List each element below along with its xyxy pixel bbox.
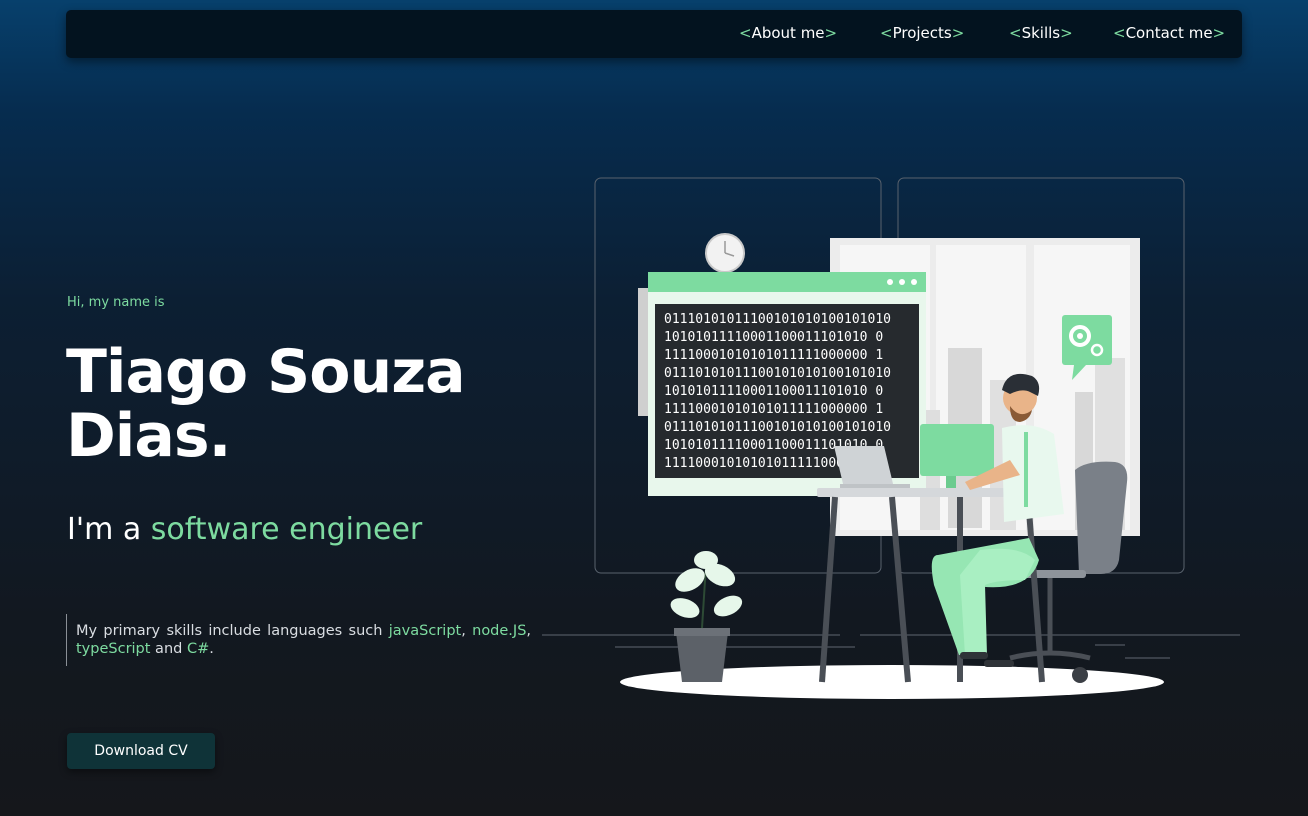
plant-icon [670,551,743,682]
binary-line: 10101011110001100011101010 0 [664,330,883,345]
binary-line: 01110101011100101010100101010 [664,366,891,381]
top-nav: <About me> <Projects> <Skills> <Contact … [66,10,1242,58]
greeting-text: Hi, my name is [67,295,165,310]
binary-line: 11110001010101011111000000 1 [664,402,883,417]
developer-illustration: 01110101011100101010100101010 1010101111… [542,177,1240,699]
skill-javascript: javaScript [388,623,462,639]
binary-line: 11110001010101011111000000 1 [664,348,883,363]
nav-projects[interactable]: <Projects> [880,24,964,42]
skill-nodejs: node.JS [472,623,527,639]
binary-line: 01110101011100101010100101010 [664,312,891,327]
role-highlight: software engineer [150,512,423,547]
floor-lines [542,634,1240,659]
hero-role: I'm a software engineer [67,512,423,547]
nav-skills[interactable]: <Skills> [1009,24,1073,42]
nav-about-me[interactable]: <About me> [739,24,837,42]
binary-line: 01110101011100101010100101010 [664,420,891,435]
skill-typescript: typeScript [76,641,151,657]
hero-name: Tiago Souza Dias. [66,337,466,471]
download-cv-button[interactable]: Download CV [67,733,215,769]
skill-csharp: C# [186,641,210,657]
binary-line: 10101011110001100011101010 0 [664,384,883,399]
skills-description: My primary skills include languages such… [66,614,531,666]
nav-contact-me[interactable]: <Contact me> [1113,24,1225,42]
clock-icon [705,233,745,273]
